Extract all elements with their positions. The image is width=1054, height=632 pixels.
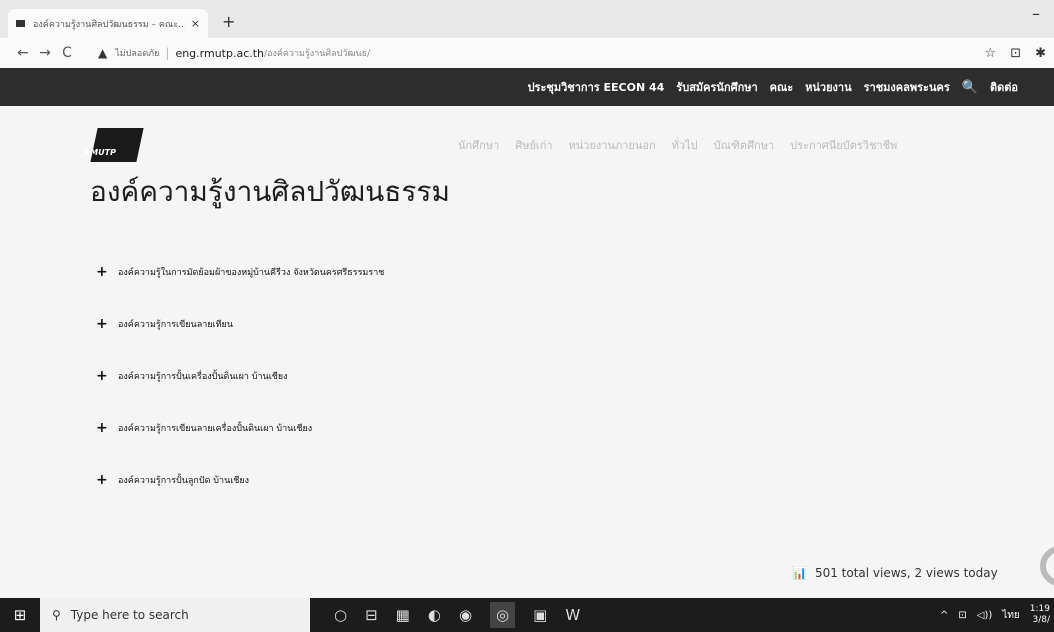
windows-taskbar: ⊞ ⚲ Type here to search ○ ⊟ ▦ ◐ ◉ ◎ ▣ W …: [0, 598, 1054, 632]
accordion-item[interactable]: + องค์ความรู้การเขียนลายเครื่องปั้นดินเผ…: [96, 402, 696, 454]
nav-item-eecon[interactable]: ประชุมวิชาการ EECON 44: [528, 78, 665, 96]
site-nav: ประชุมวิชาการ EECON 44 รับสมัครนักศึกษา …: [528, 78, 1018, 96]
bookmark-star-icon[interactable]: ☆: [985, 46, 997, 61]
taskbar-search-placeholder[interactable]: Type here to search: [71, 608, 189, 622]
close-tab-icon[interactable]: ×: [191, 17, 200, 30]
start-button[interactable]: ⊞: [0, 606, 40, 624]
system-tray: ^ ⊡ ◁)) ไทย 1:19 3/8/: [940, 598, 1054, 632]
favicon-icon: [16, 20, 25, 27]
accordion-item[interactable]: + องค์ความรู้การปั้นลูกปัด บ้านเชียง: [96, 454, 696, 506]
file-explorer-icon[interactable]: ▦: [396, 606, 410, 624]
chrome-icon[interactable]: ◎: [490, 602, 516, 628]
accordion-item[interactable]: + องค์ความรู้การปั้นเครื่องปั้นดินเผา บ้…: [96, 350, 696, 402]
page-content: RMUTP นักศึกษา ศิษย์เก่า หน่วยงานภายนอก …: [0, 106, 1054, 598]
page-title: องค์ความรู้งานศิลปวัฒนธรรม: [90, 175, 450, 208]
volume-icon[interactable]: ◁)): [977, 610, 993, 621]
url-host[interactable]: eng.rmutp.ac.th: [175, 47, 264, 60]
subnav-graduate[interactable]: บัณฑิตศึกษา: [714, 136, 775, 154]
nav-item-admission[interactable]: รับสมัครนักศึกษา: [676, 78, 757, 96]
plus-icon[interactable]: +: [96, 420, 118, 436]
tab-title: องค์ความรู้งานศิลปวัฒนธรรม – คณะ...: [33, 19, 185, 30]
reload-button[interactable]: C: [56, 45, 78, 61]
clock-date: 3/8/: [1032, 615, 1050, 625]
accordion-item[interactable]: + องค์ความรู้ในการมัดย้อมผ้าของหมู่บ้านค…: [96, 246, 696, 298]
url-separator: |: [165, 46, 170, 60]
edge-icon[interactable]: ◐: [428, 606, 441, 624]
subnav-alumni[interactable]: ศิษย์เก่า: [515, 136, 552, 154]
firefox-icon[interactable]: ◉: [459, 606, 472, 624]
audience-nav: นักศึกษา ศิษย์เก่า หน่วยงานภายนอก ทั่วไป…: [458, 136, 897, 154]
subnav-external[interactable]: หน่วยงานภายนอก: [569, 136, 656, 154]
security-label[interactable]: ไม่ปลอดภัย: [115, 46, 159, 60]
minimize-button[interactable]: –: [1032, 4, 1040, 23]
extension-icon[interactable]: ⊡: [1010, 46, 1021, 61]
subnav-certificate[interactable]: ประกาศนียบัตรวิชาชีพ: [790, 136, 897, 154]
plus-icon[interactable]: +: [96, 264, 118, 280]
warning-icon[interactable]: ▲: [98, 46, 107, 60]
subnav-general[interactable]: ทั่วไป: [672, 136, 698, 154]
site-header: ประชุมวิชาการ EECON 44 รับสมัครนักศึกษา …: [0, 68, 1054, 106]
app-icon[interactable]: ▣: [533, 606, 547, 624]
browser-tab[interactable]: องค์ความรู้งานศิลปวัฒนธรรม – คณะ... ×: [8, 9, 208, 38]
accordion-item[interactable]: + องค์ความรู้การเขียนลายเทียน: [96, 298, 696, 350]
screen: องค์ความรู้งานศิลปวัฒนธรรม – คณะ... × + …: [0, 0, 1054, 632]
cortana-icon[interactable]: ○: [334, 606, 347, 624]
url-path[interactable]: /องค์ความรู้งานศิลปวัฒนธ/: [264, 46, 370, 60]
bar-chart-icon: 📊: [792, 566, 807, 580]
nav-item-contact[interactable]: ติดต่อ: [990, 78, 1018, 96]
plus-icon[interactable]: +: [96, 316, 118, 332]
search-icon: ⚲: [52, 608, 61, 622]
accordion-item-label[interactable]: องค์ความรู้การปั้นลูกปัด บ้านเชียง: [118, 473, 249, 487]
view-counter-text: 501 total views, 2 views today: [814, 566, 998, 580]
knowledge-accordion: + องค์ความรู้ในการมัดย้อมผ้าของหมู่บ้านค…: [96, 246, 696, 506]
search-icon[interactable]: 🔍: [962, 80, 978, 95]
pin-icon[interactable]: ✱: [1035, 46, 1046, 61]
clock[interactable]: 1:19 3/8/: [1030, 604, 1050, 626]
rmutp-logo[interactable]: RMUTP: [84, 128, 144, 162]
back-button[interactable]: ←: [12, 45, 34, 61]
word-icon[interactable]: W: [565, 606, 580, 624]
floating-action-button[interactable]: [1040, 546, 1054, 586]
task-view-icon[interactable]: ⊟: [365, 606, 378, 624]
accordion-item-label[interactable]: องค์ความรู้การปั้นเครื่องปั้นดินเผา บ้าน…: [118, 369, 288, 383]
new-tab-button[interactable]: +: [222, 12, 235, 31]
plus-icon[interactable]: +: [96, 368, 118, 384]
accordion-item-label[interactable]: องค์ความรู้การเขียนลายเครื่องปั้นดินเผา …: [118, 421, 312, 435]
logo-text: RMUTP: [84, 148, 116, 157]
tray-expand-icon[interactable]: ^: [940, 610, 948, 621]
accordion-item-label[interactable]: องค์ความรู้ในการมัดย้อมผ้าของหมู่บ้านคีร…: [118, 265, 384, 279]
accordion-item-label[interactable]: องค์ความรู้การเขียนลายเทียน: [118, 317, 233, 331]
view-counter: 📊 501 total views, 2 views today: [792, 566, 998, 580]
language-indicator[interactable]: ไทย: [1002, 608, 1019, 623]
nav-item-rmutp[interactable]: ราชมงคลพระนคร: [864, 78, 950, 96]
address-bar: ← → C ▲ ไม่ปลอดภัย | eng.rmutp.ac.th /อง…: [0, 38, 1054, 68]
network-icon[interactable]: ⊡: [958, 610, 966, 621]
nav-item-units[interactable]: หน่วยงาน: [805, 78, 851, 96]
taskbar-apps: ○ ⊟ ▦ ◐ ◉ ◎ ▣ W: [334, 602, 580, 628]
address-bar-actions: ☆ ⊡ ✱: [985, 38, 1054, 68]
nav-item-faculty[interactable]: คณะ: [770, 78, 793, 96]
browser-tab-strip: องค์ความรู้งานศิลปวัฒนธรรม – คณะ... × + …: [0, 0, 1054, 38]
taskbar-search[interactable]: ⚲ Type here to search: [40, 598, 310, 632]
subnav-students[interactable]: นักศึกษา: [458, 136, 499, 154]
clock-time: 1:19: [1029, 604, 1050, 614]
plus-icon[interactable]: +: [96, 472, 118, 488]
forward-button[interactable]: →: [34, 45, 56, 61]
